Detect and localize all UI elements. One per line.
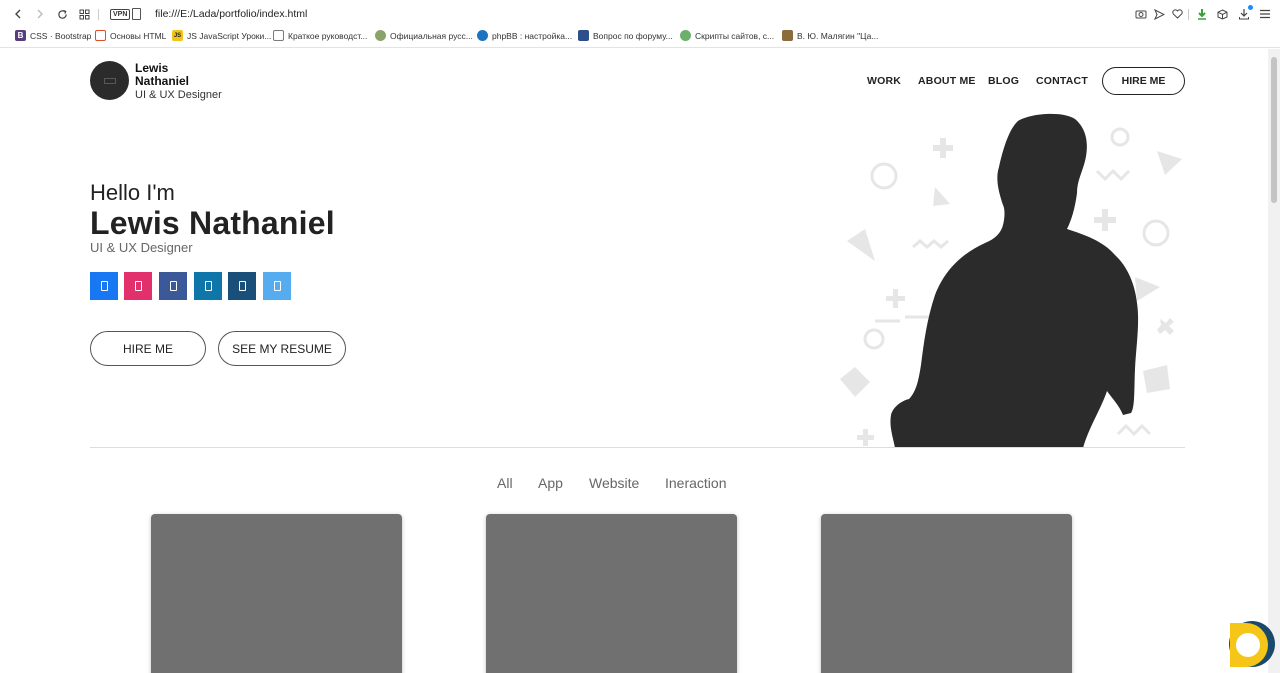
linkedin-icon[interactable]	[194, 272, 222, 300]
scrollbar-thumb[interactable]	[1271, 57, 1277, 203]
scripts-icon	[680, 30, 691, 41]
bookmark-item[interactable]: В. Ю. Малягин "Ца...	[782, 30, 878, 41]
js-icon: JS	[172, 30, 183, 41]
forward-icon[interactable]	[32, 6, 48, 22]
facebook-square-icon[interactable]	[159, 272, 187, 300]
bookmark-item[interactable]: Основы HTML	[95, 30, 166, 41]
logo-last-name: Nathaniel	[135, 74, 190, 88]
bookmark-item[interactable]: JS JS JavaScript Уроки...	[172, 30, 271, 41]
bookmark-item[interactable]: phpBB : настройка...	[477, 30, 572, 41]
browser-toolbar: VPN file:///E:/Lada/portfolio/index.html	[0, 0, 1280, 28]
bookmark-item[interactable]: Краткое руководст...	[273, 30, 367, 41]
camera-icon[interactable]	[1133, 6, 1149, 22]
toolbar-separator	[98, 9, 99, 20]
notification-dot-icon	[1248, 5, 1253, 10]
browser-chrome: VPN file:///E:/Lada/portfolio/index.html	[0, 0, 1280, 48]
filter-all[interactable]: All	[497, 475, 513, 491]
cube-icon[interactable]	[1214, 6, 1230, 22]
bookmark-label: CSS · Bootstrap	[30, 30, 92, 41]
menu-icon[interactable]	[1257, 6, 1273, 22]
forum-icon	[578, 30, 589, 41]
filter-interaction[interactable]: Ineraction	[665, 475, 726, 491]
bookmark-label: Вопрос по форуму...	[593, 30, 673, 41]
address-bar[interactable]: file:///E:/Lada/portfolio/index.html	[155, 8, 307, 20]
portfolio-card[interactable]	[486, 514, 737, 673]
section-divider	[90, 447, 1185, 448]
portfolio-card[interactable]	[151, 514, 402, 673]
logo-name[interactable]: Lewis Nathaniel	[135, 62, 195, 88]
bookmark-label: phpBB : настройка...	[492, 30, 573, 41]
page-viewport: Lewis Nathaniel UI & UX Designer WORK AB…	[0, 49, 1268, 673]
bootstrap-icon: B	[15, 30, 26, 41]
vpn-badge[interactable]: VPN	[110, 9, 131, 20]
twitter-icon[interactable]	[263, 272, 291, 300]
grid-icon[interactable]	[76, 6, 92, 22]
see-resume-button[interactable]: SEE MY RESUME	[218, 331, 346, 366]
hero-silhouette-illustration	[840, 114, 1182, 448]
file-icon	[132, 8, 141, 20]
filter-app[interactable]: App	[538, 475, 563, 491]
bookmark-label: Скрипты сайтов, с...	[695, 30, 775, 41]
back-icon[interactable]	[10, 6, 26, 22]
hero-role: UI & UX Designer	[90, 240, 193, 255]
bookmark-item[interactable]: Скрипты сайтов, с...	[680, 30, 774, 41]
avatar[interactable]	[90, 61, 129, 100]
toolbar-separator	[1188, 9, 1189, 20]
reload-icon[interactable]	[54, 6, 70, 22]
globe-icon	[375, 30, 386, 41]
bookmark-label: Основы HTML	[110, 30, 167, 41]
heart-icon[interactable]	[1169, 6, 1185, 22]
download-manager-icon[interactable]	[1194, 6, 1210, 22]
nav-contact[interactable]: CONTACT	[1036, 75, 1088, 87]
vk-icon[interactable]	[228, 272, 256, 300]
header-hire-button[interactable]: HIRE ME	[1102, 67, 1185, 95]
floating-chat-logo-icon[interactable]	[1224, 617, 1276, 673]
bookmark-label: JS JavaScript Уроки...	[187, 30, 272, 41]
send-icon[interactable]	[1151, 6, 1167, 22]
portfolio-card[interactable]	[821, 514, 1072, 673]
bookmark-label: Официальная русс...	[390, 30, 473, 41]
bookmark-item[interactable]: Вопрос по форуму...	[578, 30, 673, 41]
hero-name: Lewis Nathaniel	[90, 205, 335, 241]
bookmarks-bar: B CSS · Bootstrap Основы HTML JS JS Java…	[0, 28, 1280, 46]
instagram-icon[interactable]	[124, 272, 152, 300]
page-scrollbar[interactable]	[1268, 49, 1280, 673]
filter-website[interactable]: Website	[589, 475, 639, 491]
nav-work[interactable]: WORK	[867, 75, 901, 87]
person-silhouette-icon	[890, 114, 1139, 448]
bookmark-label: Краткое руководст...	[288, 30, 368, 41]
hero-greeting: Hello I'm	[90, 180, 175, 205]
nav-about-me[interactable]: ABOUT ME	[918, 75, 976, 87]
logo-role: UI & UX Designer	[135, 89, 222, 101]
bookmark-item[interactable]: B CSS · Bootstrap	[15, 30, 91, 41]
nav-blog[interactable]: BLOG	[988, 75, 1019, 87]
hero-hire-button[interactable]: HIRE ME	[90, 331, 206, 366]
facebook-icon[interactable]	[90, 272, 118, 300]
guide-icon	[273, 30, 284, 41]
bookmark-item[interactable]: Официальная русс...	[375, 30, 473, 41]
book-icon	[782, 30, 793, 41]
html-icon	[95, 30, 106, 41]
download-icon[interactable]	[1236, 5, 1253, 22]
phpbb-icon	[477, 30, 488, 41]
bookmark-label: В. Ю. Малягин "Ца...	[797, 30, 879, 41]
